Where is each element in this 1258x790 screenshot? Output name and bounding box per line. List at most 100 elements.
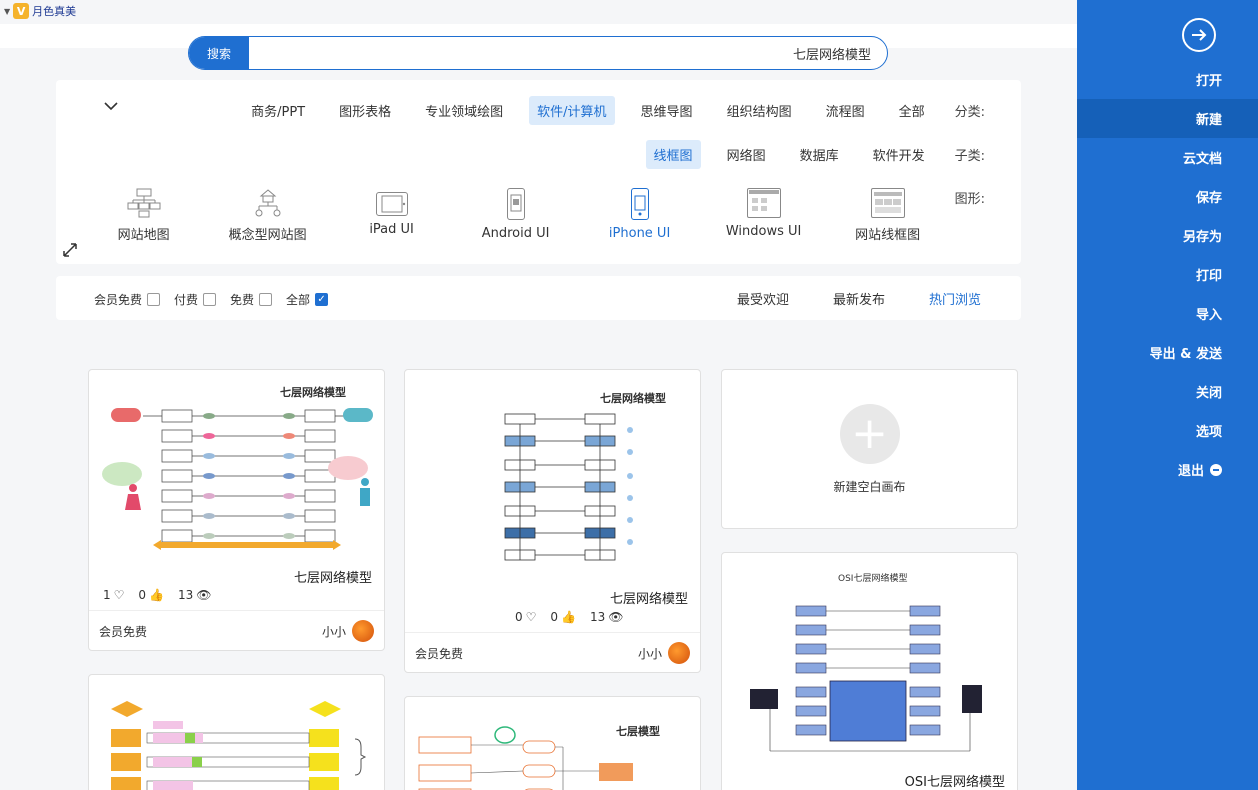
shape-android-ui[interactable]: Android UI	[471, 188, 561, 241]
category-flowchart[interactable]: 流程图	[818, 96, 873, 125]
category-mindmap[interactable]: 思维导图	[633, 96, 701, 125]
favorite-count[interactable]: 0 ♡	[515, 610, 536, 624]
checkbox[interactable]	[147, 293, 161, 306]
shape-name: 网站线框图	[855, 228, 921, 243]
template-title: 七层网络模型	[293, 571, 372, 586]
sidebar-item-close[interactable]: 关闭	[1077, 372, 1258, 411]
subcategory-wireframe[interactable]: 线框图	[645, 140, 701, 169]
like-count[interactable]: 0 👍	[138, 588, 164, 602]
shape-sitemap[interactable]: 网站地图	[99, 188, 189, 243]
sidebar: 打开 新建 云文档 保存 另存为 打印 导入 导出 & 发送 关闭 选项 退出	[1077, 0, 1258, 790]
website-wireframe-icon	[870, 188, 905, 218]
user-name: 月色真美	[32, 5, 77, 18]
sidebar-item-exit[interactable]: 退出	[1077, 450, 1258, 489]
eye-icon: 👁	[196, 588, 212, 602]
sidebar-item-cloud-docs[interactable]: 云文档	[1077, 138, 1258, 177]
price-tag: 会员免费	[99, 625, 148, 639]
like-value: 0	[550, 610, 559, 624]
like-count[interactable]: 0 👍	[550, 610, 576, 624]
search-button[interactable]: 搜索	[189, 37, 249, 69]
category-professional[interactable]: 专业领域绘图	[417, 96, 511, 125]
shape-name: iPhone UI	[608, 226, 671, 241]
search-input[interactable]	[249, 37, 887, 69]
shape-row: 图形: 网站线框图 Windows UI iPhone UI Android U…	[65, 188, 985, 243]
filter-label: 付费	[174, 293, 199, 307]
checkbox[interactable]	[203, 293, 217, 306]
checkbox-checked[interactable]: ✓	[315, 293, 329, 306]
shape-website-wireframe[interactable]: 网站线框图	[843, 188, 933, 243]
sidebar-menu: 打开 新建 云文档 保存 另存为 打印 导入 导出 & 发送 关闭 选项 退出	[1077, 60, 1258, 489]
view-value: 13	[178, 588, 194, 602]
subcategory-network[interactable]: 网络图	[719, 140, 774, 169]
category-all[interactable]: 全部	[891, 96, 933, 125]
user-badge[interactable]: ▼ V 月色真美	[4, 3, 76, 19]
filter-panel: 分类: 全部 流程图 组织结构图 思维导图 软件/计算机 专业领域绘图 图形表格…	[56, 80, 1021, 264]
sidebar-item-print[interactable]: 打印	[1077, 255, 1258, 294]
template-card[interactable]: 七层网络模型 七层网络模型 0 ♡ 0 👍 13 👁 会员免费 小小	[404, 369, 701, 673]
filter-label: 免费	[230, 293, 255, 307]
filter-all[interactable]: ✓ 全部	[286, 291, 329, 308]
category-label: 分类:	[954, 105, 985, 120]
sidebar-item-import[interactable]: 导入	[1077, 294, 1258, 333]
sidebar-item-open[interactable]: 打开	[1077, 60, 1258, 99]
template-thumbnail	[97, 683, 376, 790]
sort-hot[interactable]: 热门浏览	[929, 289, 981, 308]
shape-windows-ui[interactable]: Windows UI	[719, 188, 809, 239]
filter-paid[interactable]: 付费	[174, 291, 217, 308]
category-org-chart[interactable]: 组织结构图	[719, 96, 800, 125]
sidebar-item-new[interactable]: 新建	[1077, 99, 1258, 138]
shape-concept-website[interactable]: 概念型网站图	[223, 188, 313, 243]
heart-icon: ♡	[113, 588, 125, 602]
filter-free[interactable]: 免费	[230, 291, 273, 308]
shape-name: 网站地图	[117, 228, 170, 243]
sort-newest[interactable]: 最新发布	[833, 289, 885, 308]
view-value: 13	[590, 610, 606, 624]
sitemap-icon	[127, 188, 161, 218]
filter-member-free[interactable]: 会员免费	[94, 291, 161, 308]
sidebar-item-save-as[interactable]: 另存为	[1077, 216, 1258, 255]
author-name: 小小	[637, 646, 662, 661]
author-name: 小小	[321, 624, 346, 639]
category-software[interactable]: 软件/计算机	[529, 96, 615, 125]
subcategory-database[interactable]: 数据库	[792, 140, 847, 169]
expand-icon[interactable]	[62, 242, 78, 262]
sidebar-item-save[interactable]: 保存	[1077, 177, 1258, 216]
back-arrow-icon[interactable]	[1182, 18, 1216, 52]
thumbs-up-icon: 👍	[561, 610, 576, 624]
author[interactable]: 小小	[322, 620, 374, 642]
template-card[interactable]: 七层模型	[404, 696, 701, 790]
template-title: OSI七层网络模型	[904, 775, 1005, 790]
filter-label: 全部	[286, 293, 311, 307]
category-graphic-table[interactable]: 图形表格	[331, 96, 399, 125]
category-row: 分类: 全部 流程图 组织结构图 思维导图 软件/计算机 专业领域绘图 图形表格…	[225, 96, 985, 125]
new-blank-canvas-card[interactable]: + 新建空白画布	[721, 369, 1018, 529]
shape-name: Windows UI	[725, 224, 802, 239]
template-footer: 会员免费 小小	[405, 632, 700, 672]
shape-name: 概念型网站图	[228, 228, 307, 243]
shape-ipad-ui[interactable]: iPad UI	[347, 188, 437, 237]
template-card[interactable]: 七层网络模型 七层网络模型 1 ♡ 0 👍 13 👁 会员免费 小小	[88, 369, 385, 651]
subcategory-software-dev[interactable]: 软件开发	[865, 140, 933, 169]
iphone-icon	[630, 188, 649, 220]
sidebar-item-export-send[interactable]: 导出 & 发送	[1077, 333, 1258, 372]
sidebar-item-options[interactable]: 选项	[1077, 411, 1258, 450]
template-card[interactable]	[88, 674, 385, 790]
windows-ui-icon	[746, 188, 781, 218]
shape-iphone-ui[interactable]: iPhone UI	[595, 188, 685, 241]
search-bar: 搜索	[188, 36, 888, 70]
checkbox[interactable]	[259, 293, 273, 306]
author[interactable]: 小小	[638, 642, 690, 664]
category-business-ppt[interactable]: 商务/PPT	[243, 96, 313, 125]
shape-name: iPad UI	[369, 222, 414, 237]
view-count: 13 👁	[178, 588, 212, 602]
favorite-count[interactable]: 1 ♡	[103, 588, 124, 602]
ipad-icon	[375, 192, 408, 216]
thumbs-up-icon: 👍	[149, 588, 164, 602]
view-count: 13 👁	[590, 610, 624, 624]
sort-popular[interactable]: 最受欢迎	[737, 289, 789, 308]
template-card[interactable]: OSI七层网络模型 OSI七层网络模型	[721, 552, 1018, 790]
like-value: 0	[138, 588, 147, 602]
exit-label: 退出	[1177, 464, 1204, 479]
chevron-down-icon[interactable]	[104, 100, 118, 114]
heart-icon: ♡	[525, 610, 537, 624]
